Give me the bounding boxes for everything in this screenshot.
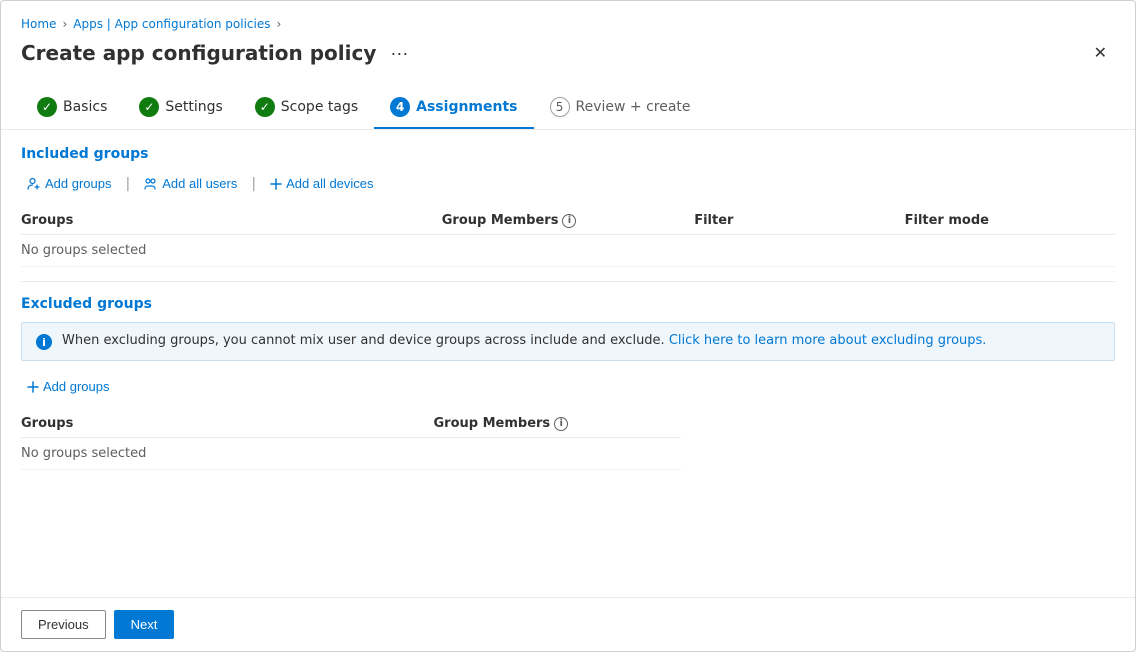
breadcrumb-sep2: ›	[276, 17, 281, 31]
title-row: Create app configuration policy ··· ✕	[21, 39, 1115, 67]
step-basics[interactable]: ✓ Basics	[21, 87, 123, 129]
footer: Previous Next	[1, 597, 1135, 651]
add-groups-button[interactable]: Add groups	[21, 172, 118, 195]
close-button[interactable]: ✕	[1086, 39, 1115, 67]
excluded-empty-text: No groups selected	[21, 446, 434, 461]
step-assignments-icon: 4	[390, 97, 410, 117]
col-group-members: Group Members i	[442, 213, 694, 228]
previous-button[interactable]: Previous	[21, 610, 106, 639]
page-title: Create app configuration policy	[21, 41, 376, 65]
exclude-info-banner: i When excluding groups, you cannot mix …	[21, 322, 1115, 361]
step-scope-tags-icon: ✓	[255, 97, 275, 117]
step-scope-tags[interactable]: ✓ Scope tags	[239, 87, 374, 129]
excl-col-groups: Groups	[21, 416, 434, 431]
col-filter-mode: Filter mode	[905, 213, 1115, 228]
breadcrumb-sep1: ›	[62, 17, 67, 31]
more-options-button[interactable]: ···	[384, 41, 414, 66]
info-banner-link[interactable]: Click here to learn more about excluding…	[669, 333, 987, 348]
excl-col-group-members: Group Members i	[434, 416, 682, 431]
add-all-users-button[interactable]: Add all users	[138, 172, 243, 195]
group-members-info-icon[interactable]: i	[562, 214, 576, 228]
window-header: Home › Apps | App configuration policies…	[1, 1, 1135, 87]
step-assignments[interactable]: 4 Assignments	[374, 87, 533, 129]
add-excluded-groups-button[interactable]: Add groups	[21, 375, 116, 398]
included-table-empty-row: No groups selected	[21, 235, 1115, 267]
included-groups-actions: Add groups | Add all users | Add	[21, 172, 1115, 195]
add-excluded-plus-icon	[27, 381, 39, 393]
add-groups-icon	[27, 177, 41, 191]
breadcrumb: Home › Apps | App configuration policies…	[21, 17, 1115, 31]
content-area: Included groups Add groups |	[1, 130, 1135, 597]
main-window: Home › Apps | App configuration policies…	[0, 0, 1136, 652]
excl-group-members-info-icon[interactable]: i	[554, 417, 568, 431]
step-assignments-label: Assignments	[416, 99, 517, 115]
step-scope-tags-label: Scope tags	[281, 99, 358, 115]
add-all-users-icon	[144, 177, 158, 191]
col-groups: Groups	[21, 213, 442, 228]
step-review-label: Review + create	[576, 99, 691, 115]
next-button[interactable]: Next	[114, 610, 175, 639]
col-filter: Filter	[694, 213, 904, 228]
excluded-groups-title: Excluded groups	[21, 296, 1115, 312]
wizard-steps: ✓ Basics ✓ Settings ✓ Scope tags 4 Assig…	[1, 87, 1135, 130]
breadcrumb-apps[interactable]: Apps | App configuration policies	[73, 17, 270, 31]
step-basics-icon: ✓	[37, 97, 57, 117]
excluded-table-header: Groups Group Members i	[21, 410, 681, 438]
excluded-groups-section: Excluded groups i When excluding groups,…	[21, 296, 1115, 470]
breadcrumb-home[interactable]: Home	[21, 17, 56, 31]
step-settings[interactable]: ✓ Settings	[123, 87, 238, 129]
add-all-devices-button[interactable]: Add all devices	[264, 172, 379, 195]
included-table-header: Groups Group Members i Filter Filter mod…	[21, 207, 1115, 235]
section-divider	[21, 281, 1115, 282]
step-settings-label: Settings	[165, 99, 222, 115]
step-review-create[interactable]: 5 Review + create	[534, 87, 707, 129]
step-basics-label: Basics	[63, 99, 107, 115]
info-banner-text: When excluding groups, you cannot mix us…	[62, 333, 669, 348]
included-groups-section: Included groups Add groups |	[21, 146, 1115, 267]
included-groups-title: Included groups	[21, 146, 1115, 162]
included-empty-text: No groups selected	[21, 243, 442, 258]
step-settings-icon: ✓	[139, 97, 159, 117]
info-circle-icon: i	[36, 334, 52, 350]
step-review-icon: 5	[550, 97, 570, 117]
excluded-table-empty-row: No groups selected	[21, 438, 681, 470]
excluded-groups-actions: Add groups	[21, 375, 1115, 398]
add-devices-plus-icon	[270, 178, 282, 190]
